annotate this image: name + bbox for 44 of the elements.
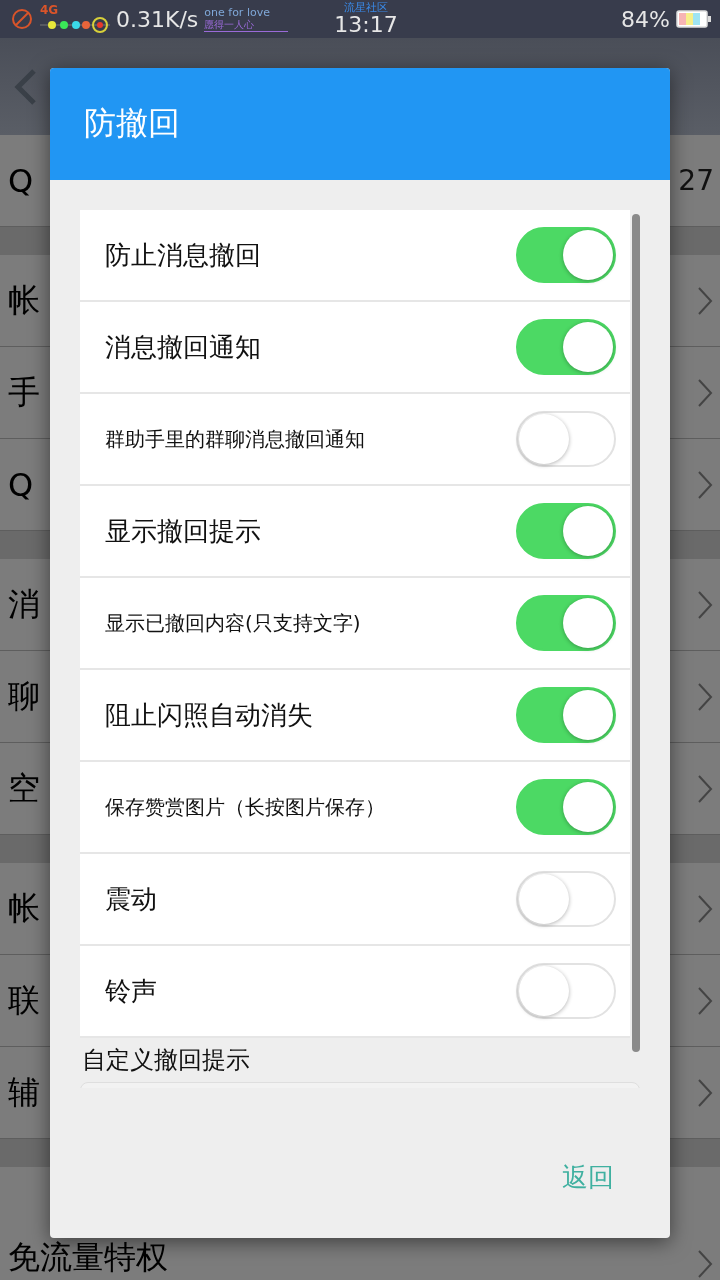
signal-dots-icon [40,16,110,34]
option-label: 震动 [105,882,157,916]
toggle-switch[interactable] [516,319,616,375]
battery-level: 84% [621,6,670,32]
toggle-switch[interactable] [516,871,616,927]
toggle-switch[interactable] [516,411,616,467]
clock: 13:17 [334,12,398,37]
battery-icon [676,9,712,29]
toggle-switch[interactable] [516,687,616,743]
toggle-switch[interactable] [516,503,616,559]
back-button[interactable]: 返回 [546,1148,630,1207]
option-label: 显示已撤回内容(只支持文字) [105,609,361,637]
row-label: 免流量特权 [8,1237,168,1278]
option-label: 消息撤回通知 [105,330,261,364]
option-label: 显示撤回提示 [105,514,261,548]
toggle-switch[interactable] [516,963,616,1019]
option-label: 保存赞赏图片（长按图片保存） [105,793,385,821]
status-tag: 流星社区 [344,1,388,13]
row-label: Q [8,161,34,200]
option-label: 防止消息撤回 [105,238,261,272]
network-speed: 0.31K/s [116,6,199,32]
row-value: 27 [678,164,714,197]
row-label: 帐 [8,887,40,929]
dialog-title: 防撤回 [84,103,180,144]
option-label: 铃声 [105,974,157,1008]
row-label: 空 [8,767,40,809]
option-label: 群助手里的群聊消息撤回通知 [105,425,365,453]
row-label: 消 [8,583,40,625]
toggle-switch[interactable] [516,779,616,835]
row-label: Q [8,465,34,504]
blocked-icon [10,7,34,31]
chevron-icon [696,1248,714,1280]
row-label: 聊 [8,675,40,717]
row-label: 辅 [8,1071,40,1113]
field-label: 自定义撤回提示 [82,1045,251,1076]
toggle-switch[interactable] [516,595,616,651]
toggle-switch[interactable] [516,227,616,283]
row-label: 联 [8,979,40,1021]
decoration-text: 愿得一人心 [204,18,289,32]
network-type: 4G [40,4,59,16]
decoration-text: one for love [204,6,271,19]
row-label: 手 [8,371,40,413]
option-label: 阻止闪照自动消失 [105,698,313,732]
row-label: 帐 [8,279,40,321]
